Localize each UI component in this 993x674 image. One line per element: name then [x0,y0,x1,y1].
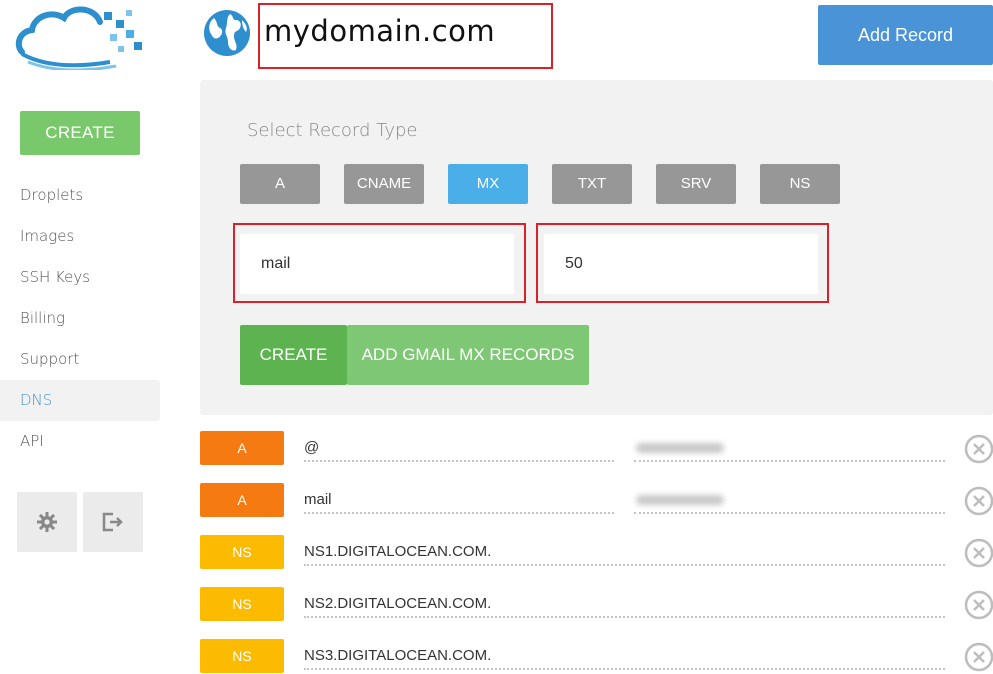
record-value-redacted[interactable] [634,434,945,462]
record-type-badge: A [200,431,284,465]
gear-icon [37,512,57,532]
highlight-box-hostname [233,223,526,303]
globe-icon [204,10,250,56]
add-gmail-mx-button[interactable]: ADD GMAIL MX RECORDS [347,325,589,385]
sidebar-item-ssh-keys[interactable]: SSH Keys [0,257,160,298]
logout-button[interactable] [83,492,143,552]
add-record-button[interactable]: Add Record [818,5,993,65]
logout-icon [102,512,123,532]
record-value-redacted[interactable] [634,486,945,514]
delete-icon[interactable] [964,434,993,464]
record-row: A mail [200,483,993,523]
type-button-ns[interactable]: NS [760,164,840,204]
sidebar-item-billing[interactable]: Billing [0,298,160,339]
record-row: NS NS1.DIGITALOCEAN.COM. [200,535,993,575]
record-name[interactable]: NS1.DIGITALOCEAN.COM. [304,538,945,566]
highlight-box-priority [536,223,829,303]
sidebar-item-droplets[interactable]: Droplets [0,175,160,216]
settings-button[interactable] [17,492,77,552]
record-row: NS NS2.DIGITALOCEAN.COM. [200,587,993,627]
sidebar-nav: Droplets Images SSH Keys Billing Support… [0,175,160,462]
type-button-a[interactable]: A [240,164,320,204]
delete-icon[interactable] [964,590,993,620]
record-type-badge: NS [200,535,284,569]
create-record-button[interactable]: CREATE [240,325,347,385]
sidebar-item-images[interactable]: Images [0,216,160,257]
type-button-txt[interactable]: TXT [552,164,632,204]
record-name[interactable]: NS2.DIGITALOCEAN.COM. [304,590,945,618]
record-name[interactable]: @ [304,434,614,462]
record-type-badge: NS [200,639,284,673]
sidebar-item-support[interactable]: Support [0,339,160,380]
sidebar-item-dns[interactable]: DNS [0,380,160,421]
create-droplet-button[interactable]: CREATE [20,111,140,155]
record-type-badge: NS [200,587,284,621]
delete-icon[interactable] [964,642,993,672]
sidebar-item-api[interactable]: API [0,421,160,462]
record-row: NS NS3.DIGITALOCEAN.COM. [200,639,993,674]
record-name[interactable]: mail [304,486,614,514]
type-button-srv[interactable]: SRV [656,164,736,204]
sidebar-actions [17,492,147,552]
delete-icon[interactable] [964,538,993,568]
sidebar: CREATE Droplets Images SSH Keys Billing … [0,0,180,674]
record-name[interactable]: NS3.DIGITALOCEAN.COM. [304,642,945,670]
record-type-heading: Select Record Type [247,120,418,141]
type-button-mx[interactable]: MX [448,164,528,204]
blurred-ip [636,495,724,505]
record-row: A @ [200,431,993,471]
type-button-cname[interactable]: CNAME [344,164,424,204]
highlight-box-domain [258,3,553,69]
digitalocean-logo[interactable] [14,2,146,70]
blurred-ip [636,443,724,453]
delete-icon[interactable] [964,486,993,516]
record-type-badge: A [200,483,284,517]
